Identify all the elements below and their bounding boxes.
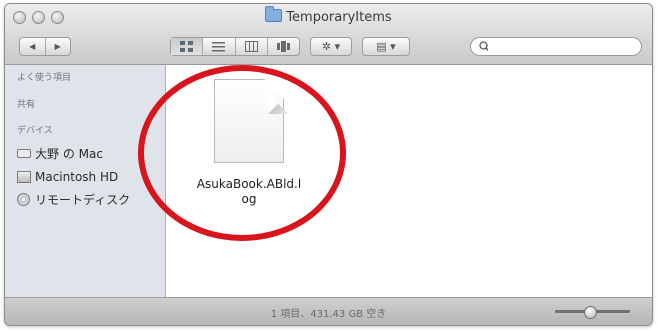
document-icon bbox=[214, 79, 284, 163]
list-view-icon bbox=[212, 42, 226, 52]
sidebar-item-label: 大野 の Mac bbox=[35, 147, 103, 161]
search-input[interactable] bbox=[492, 38, 641, 55]
icon-size-slider[interactable] bbox=[555, 306, 630, 319]
sidebar-section-shared[interactable]: 共有 bbox=[5, 92, 165, 119]
arrange-menu-button[interactable]: ▤ ▾ bbox=[362, 37, 410, 56]
list-view-button[interactable] bbox=[203, 38, 236, 55]
file-name: AsukaBook.ABld.l og bbox=[196, 177, 302, 206]
forward-button[interactable]: ▶ bbox=[46, 38, 71, 55]
column-view-icon bbox=[244, 41, 258, 52]
sidebar-item-label: Macintosh HD bbox=[35, 170, 119, 184]
window-title-text: TemporaryItems bbox=[286, 10, 392, 25]
file-browser-area[interactable]: AsukaBook.ABld.l og bbox=[166, 65, 652, 298]
title-bar: TemporaryItems ◀ ▶ ✲ ▾ ▤ ▾ bbox=[5, 4, 652, 65]
action-menu-button[interactable]: ✲ ▾ bbox=[310, 37, 352, 56]
folder-icon bbox=[265, 6, 283, 22]
arrange-icon: ▤ ▾ bbox=[376, 40, 396, 53]
hard-drive-icon bbox=[17, 171, 31, 183]
forward-arrow-icon: ▶ bbox=[54, 42, 61, 51]
coverflow-view-button[interactable] bbox=[268, 38, 299, 55]
sidebar-section-devices[interactable]: デバイス bbox=[5, 119, 165, 143]
back-button[interactable]: ◀ bbox=[20, 38, 46, 55]
file-item[interactable]: AsukaBook.ABld.l og bbox=[194, 79, 304, 207]
back-forward-control: ◀ ▶ bbox=[19, 37, 71, 56]
search-icon bbox=[479, 41, 488, 52]
search-field[interactable] bbox=[470, 37, 642, 56]
status-bar: 1 項目、431.43 GB 空き bbox=[5, 297, 652, 325]
icon-view-icon bbox=[180, 41, 194, 52]
slider-knob[interactable] bbox=[583, 306, 597, 319]
sidebar-item-label: リモートディスク bbox=[35, 193, 131, 207]
disc-icon bbox=[17, 193, 30, 206]
column-view-button[interactable] bbox=[236, 38, 268, 55]
back-arrow-icon: ◀ bbox=[29, 42, 36, 51]
sidebar-item-computer[interactable]: 大野 の Mac bbox=[5, 143, 165, 166]
computer-icon bbox=[17, 149, 31, 158]
coverflow-view-icon bbox=[276, 41, 290, 52]
finder-window: TemporaryItems ◀ ▶ ✲ ▾ ▤ ▾ よく使う項目 共有 デバイ… bbox=[4, 3, 653, 326]
view-mode-control bbox=[170, 37, 300, 56]
sidebar: よく使う項目 共有 デバイス 大野 の Mac Macintosh HD リモー… bbox=[5, 65, 166, 298]
icon-view-button[interactable] bbox=[171, 38, 204, 55]
gear-icon: ✲ ▾ bbox=[321, 40, 341, 53]
window-title: TemporaryItems bbox=[5, 6, 652, 25]
sidebar-item-remote-disc[interactable]: リモートディスク bbox=[5, 189, 165, 212]
sidebar-section-favorites[interactable]: よく使う項目 bbox=[5, 65, 165, 92]
sidebar-item-macintosh-hd[interactable]: Macintosh HD bbox=[5, 166, 165, 189]
